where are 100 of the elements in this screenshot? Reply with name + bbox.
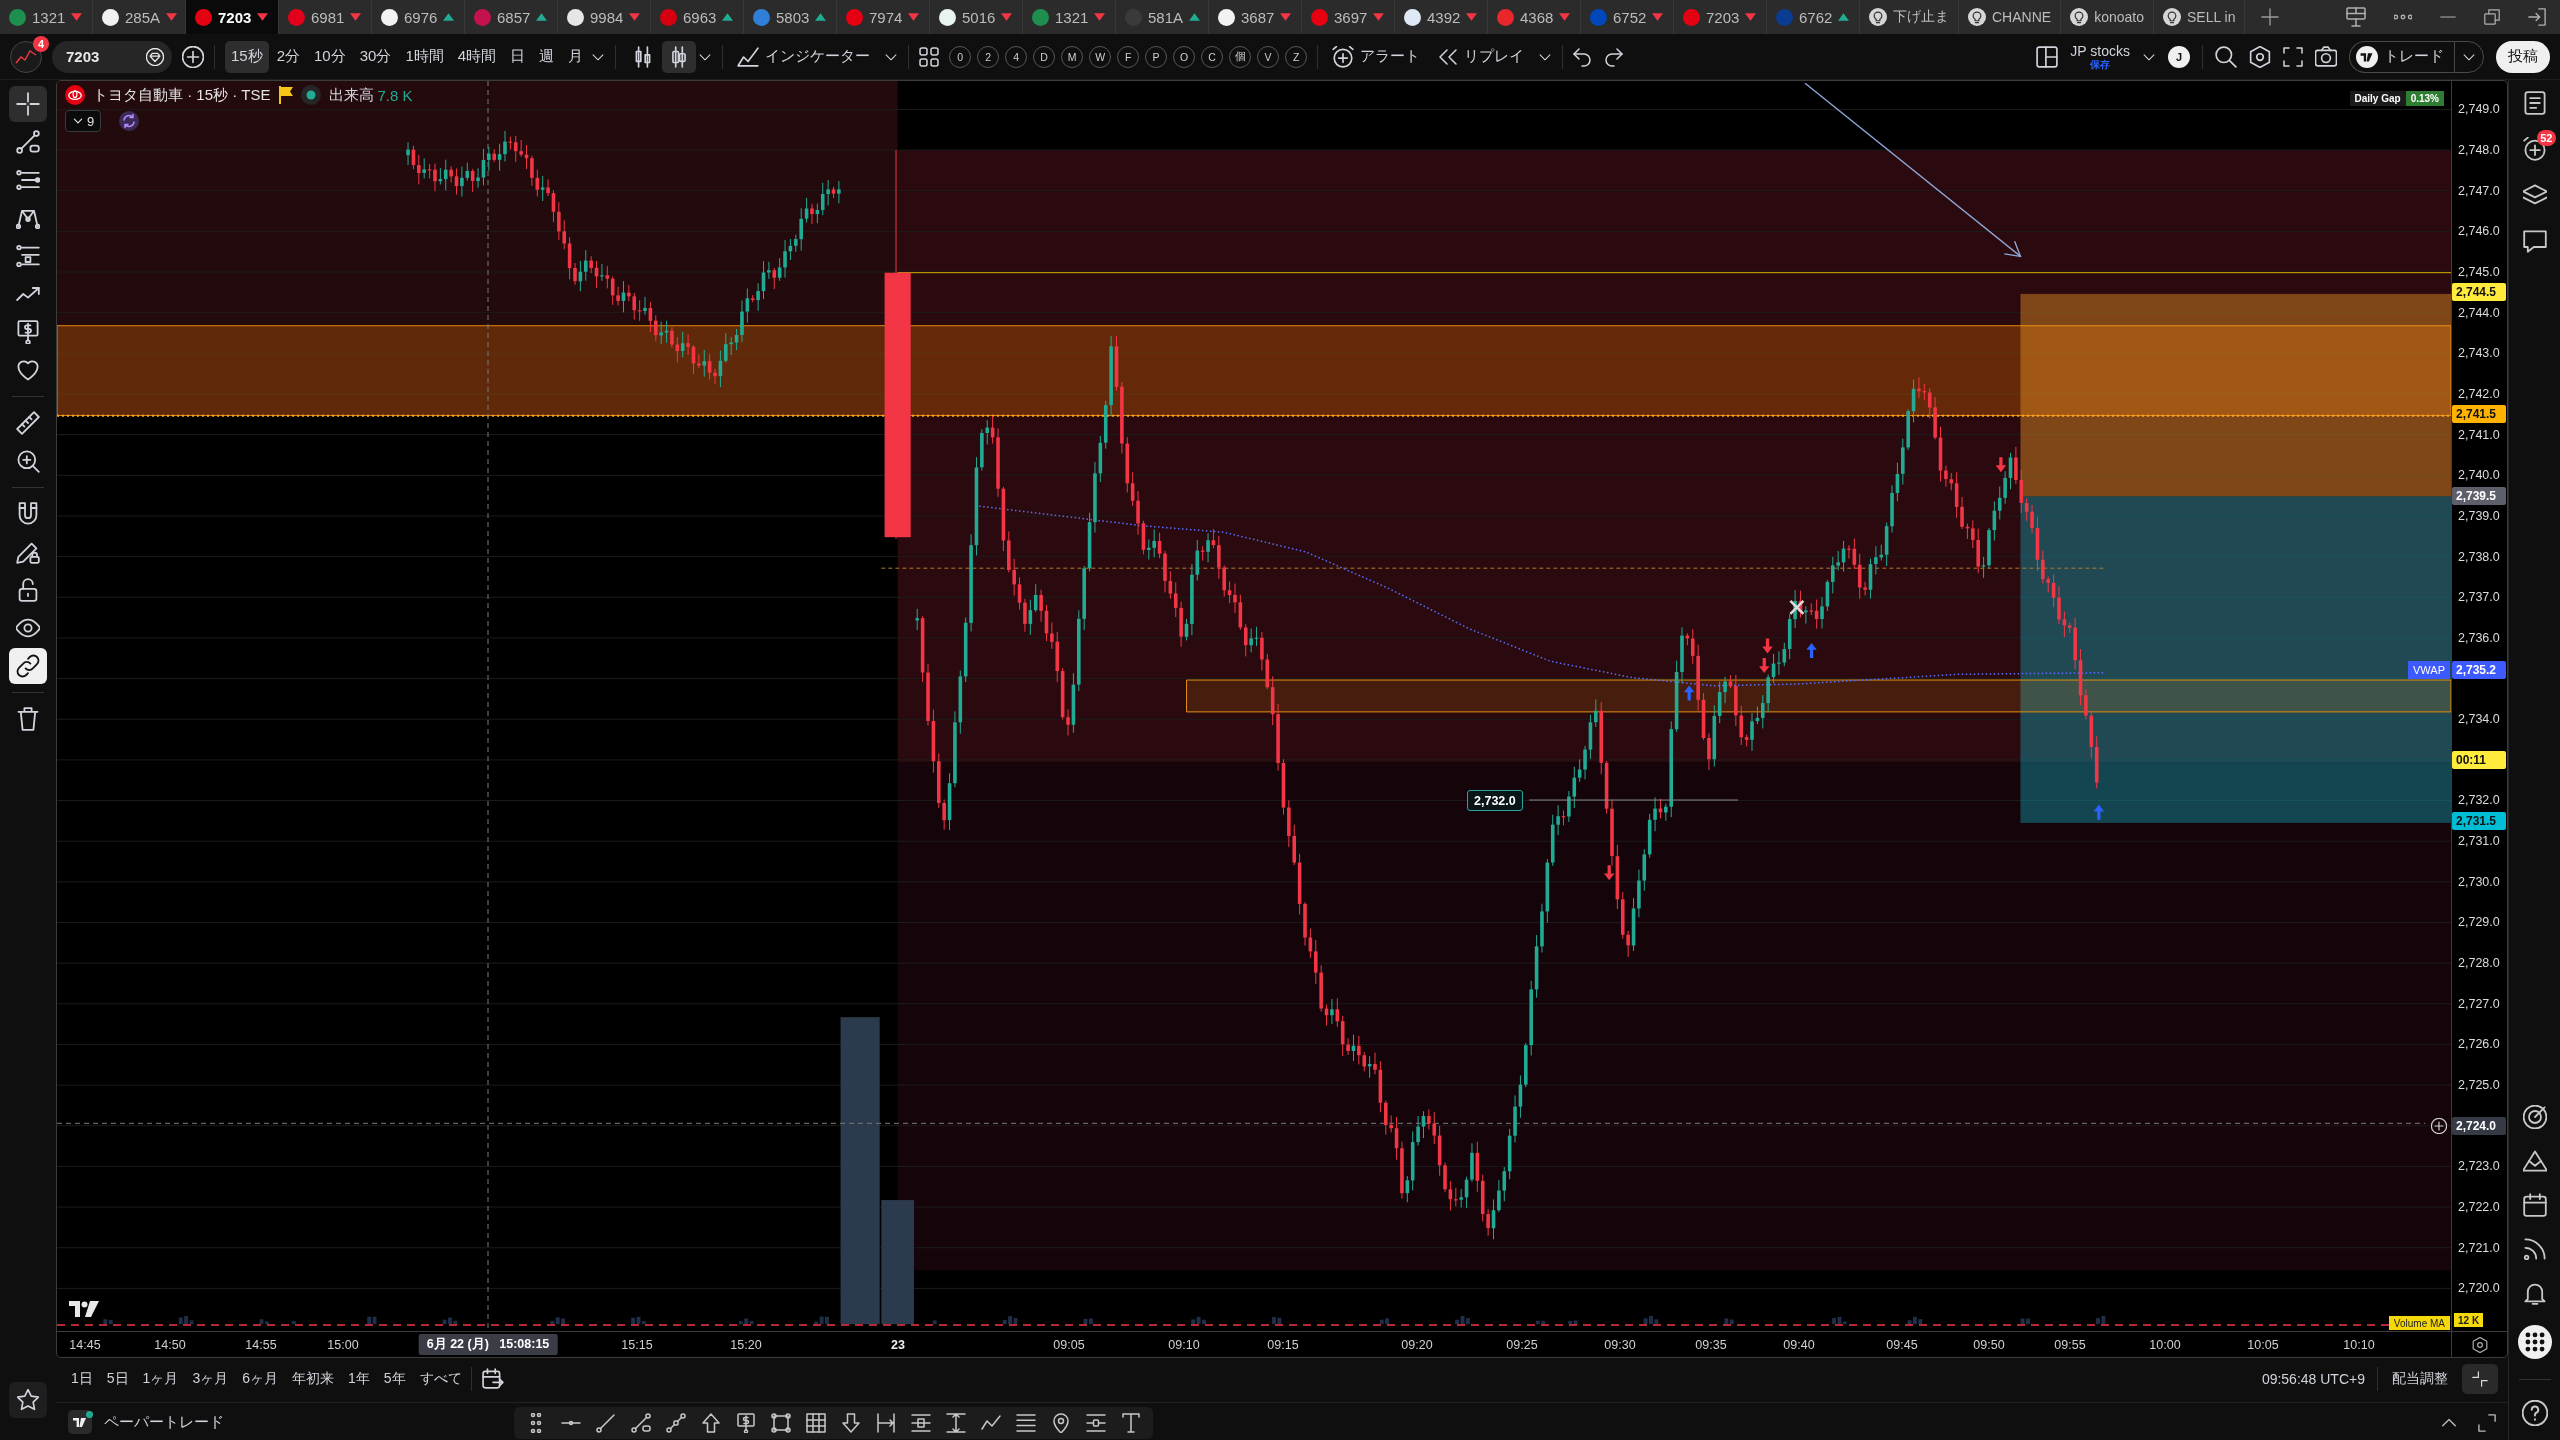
timeframe-button[interactable]: 日 — [504, 40, 532, 73]
ruler-icon — [16, 411, 40, 435]
timeframe-button[interactable]: 15秒 — [225, 40, 269, 73]
timeframe-button[interactable]: 30分 — [353, 40, 398, 73]
exit-icon[interactable] — [2528, 8, 2546, 26]
trash-icon[interactable] — [16, 707, 40, 731]
trend-line-icon[interactable] — [596, 1413, 616, 1433]
symbol-search-field[interactable]: 7203 — [52, 40, 172, 73]
text-icon[interactable] — [1121, 1413, 1141, 1433]
chart-type-button[interactable] — [662, 40, 697, 73]
search-icon[interactable] — [2215, 45, 2237, 68]
axis-settings-icon[interactable] — [2471, 1336, 2488, 1353]
bell-icon[interactable] — [2522, 1281, 2547, 1305]
table-icon[interactable] — [806, 1413, 826, 1433]
flag-icon[interactable] — [278, 86, 293, 104]
plus-circle-icon[interactable] — [2431, 1118, 2447, 1134]
sync-icon[interactable] — [119, 111, 140, 131]
restore-icon[interactable] — [2484, 9, 2500, 25]
price-sign-icon[interactable] — [736, 1413, 756, 1433]
parallel-lines-icon[interactable] — [1016, 1413, 1036, 1433]
calendar-icon[interactable] — [2522, 1193, 2547, 1217]
price-tick: 2,729.0 — [2457, 914, 2501, 931]
settings-icon[interactable] — [2249, 45, 2271, 68]
timeframe-button[interactable]: 10分 — [308, 40, 352, 73]
timeframe-button[interactable]: 週 — [533, 40, 561, 73]
timeframe-button[interactable]: 2分 — [270, 40, 307, 73]
toggle-button[interactable] — [9, 648, 47, 684]
range-button[interactable]: 1ヶ月 — [137, 1365, 184, 1393]
range-button[interactable]: 1年 — [343, 1365, 375, 1393]
chat-icon[interactable] — [2522, 229, 2547, 253]
price-range-icon[interactable] — [946, 1413, 966, 1433]
price-tick: 2,748.0 — [2457, 142, 2501, 158]
mountain-icon[interactable] — [2522, 1149, 2547, 1173]
indicator-value: 7.8 K — [377, 86, 413, 104]
add-symbol-icon[interactable] — [182, 45, 204, 68]
favorites-button[interactable] — [9, 1382, 47, 1418]
collapse-button[interactable] — [2462, 1364, 2498, 1394]
layout-name[interactable]: JP stocks — [2070, 43, 2130, 58]
target-icon[interactable] — [2522, 1105, 2547, 1129]
range-button[interactable]: 3ヶ月 — [187, 1365, 234, 1393]
layout-icon[interactable] — [2036, 45, 2059, 68]
arrow-up-icon[interactable] — [701, 1413, 721, 1433]
panel-tab[interactable]: ペーパートレード — [104, 1413, 224, 1432]
position-icon[interactable] — [911, 1413, 931, 1433]
range-button[interactable]: 年初来 — [287, 1365, 339, 1393]
parallel-lines-icon — [16, 168, 40, 192]
range-button[interactable]: すべて — [414, 1365, 467, 1393]
indicators-button[interactable]: インジケーター — [733, 40, 875, 73]
time-tick: 09:40 — [1783, 1338, 1815, 1352]
arrow-down-icon[interactable] — [841, 1413, 861, 1433]
range-button[interactable]: 6ヶ月 — [237, 1365, 283, 1393]
fullscreen-icon[interactable] — [2283, 46, 2303, 67]
range-button[interactable]: 5年 — [378, 1365, 411, 1393]
up-arrow-icon — [2093, 804, 2105, 820]
templates-icon[interactable] — [919, 46, 940, 67]
alert-button[interactable]: アラート — [1328, 40, 1425, 73]
camera-icon[interactable] — [2315, 45, 2337, 68]
time-tick: 09:55 — [2054, 1338, 2086, 1352]
price-tick: 2,727.0 — [2457, 995, 2501, 1012]
pin-icon[interactable] — [1051, 1413, 1071, 1433]
feed-icon[interactable] — [2522, 1237, 2547, 1261]
path-icon[interactable] — [666, 1413, 686, 1433]
symbol-tab[interactable]: 7203 — [186, 0, 279, 34]
trend-angle-icon[interactable] — [631, 1413, 651, 1433]
account-button[interactable]: J — [2168, 45, 2190, 68]
help-icon[interactable] — [2521, 1400, 2548, 1426]
range-button[interactable]: 1日 — [66, 1365, 98, 1393]
indicators-toggle-button[interactable]: 9 — [65, 110, 102, 132]
add-tab-icon[interactable] — [2261, 8, 2280, 26]
apps-icon[interactable] — [2517, 1325, 2552, 1359]
price-label: 2,732.0 — [1467, 790, 1523, 811]
avatar-icon[interactable] — [10, 40, 42, 73]
timeframe-button[interactable]: 月 — [562, 40, 590, 73]
adjust-button[interactable]: 配当調整 — [2390, 1365, 2450, 1393]
publish-button[interactable]: 投稿 — [2496, 40, 2550, 73]
monitor-icon[interactable] — [2346, 7, 2366, 27]
price-lines-icon[interactable] — [1086, 1413, 1106, 1433]
time-tick: 14:50 — [154, 1338, 186, 1352]
expand-icon[interactable] — [2478, 1413, 2496, 1432]
rectangle-icon[interactable] — [771, 1413, 791, 1433]
range-button[interactable]: 5日 — [101, 1365, 134, 1393]
undo-icon[interactable] — [1573, 46, 1594, 67]
price-tick: 2,730.0 — [2457, 873, 2501, 890]
bulb-icon — [1869, 8, 1887, 26]
gem-icon — [146, 47, 164, 66]
tool-button[interactable] — [9, 86, 47, 122]
layers-icon[interactable] — [2522, 183, 2547, 207]
timeframe-button[interactable]: 4時間 — [451, 40, 503, 73]
price-sign-icon — [16, 320, 40, 344]
indicator-tag: VWAP — [2408, 661, 2450, 679]
calendar-icon[interactable] — [481, 1368, 504, 1390]
polyline-icon[interactable] — [981, 1413, 1001, 1433]
up-arrow-icon — [1806, 643, 1817, 658]
notes-icon[interactable] — [2522, 91, 2547, 115]
timeframe-button[interactable]: 1時間 — [399, 40, 450, 73]
collapse-icon — [2472, 1371, 2488, 1387]
redo-icon[interactable] — [1603, 46, 1624, 67]
date-range-icon[interactable] — [876, 1413, 896, 1433]
replay-button[interactable]: リプレイ — [1434, 40, 1529, 73]
time-tick: 09:35 — [1695, 1338, 1727, 1352]
